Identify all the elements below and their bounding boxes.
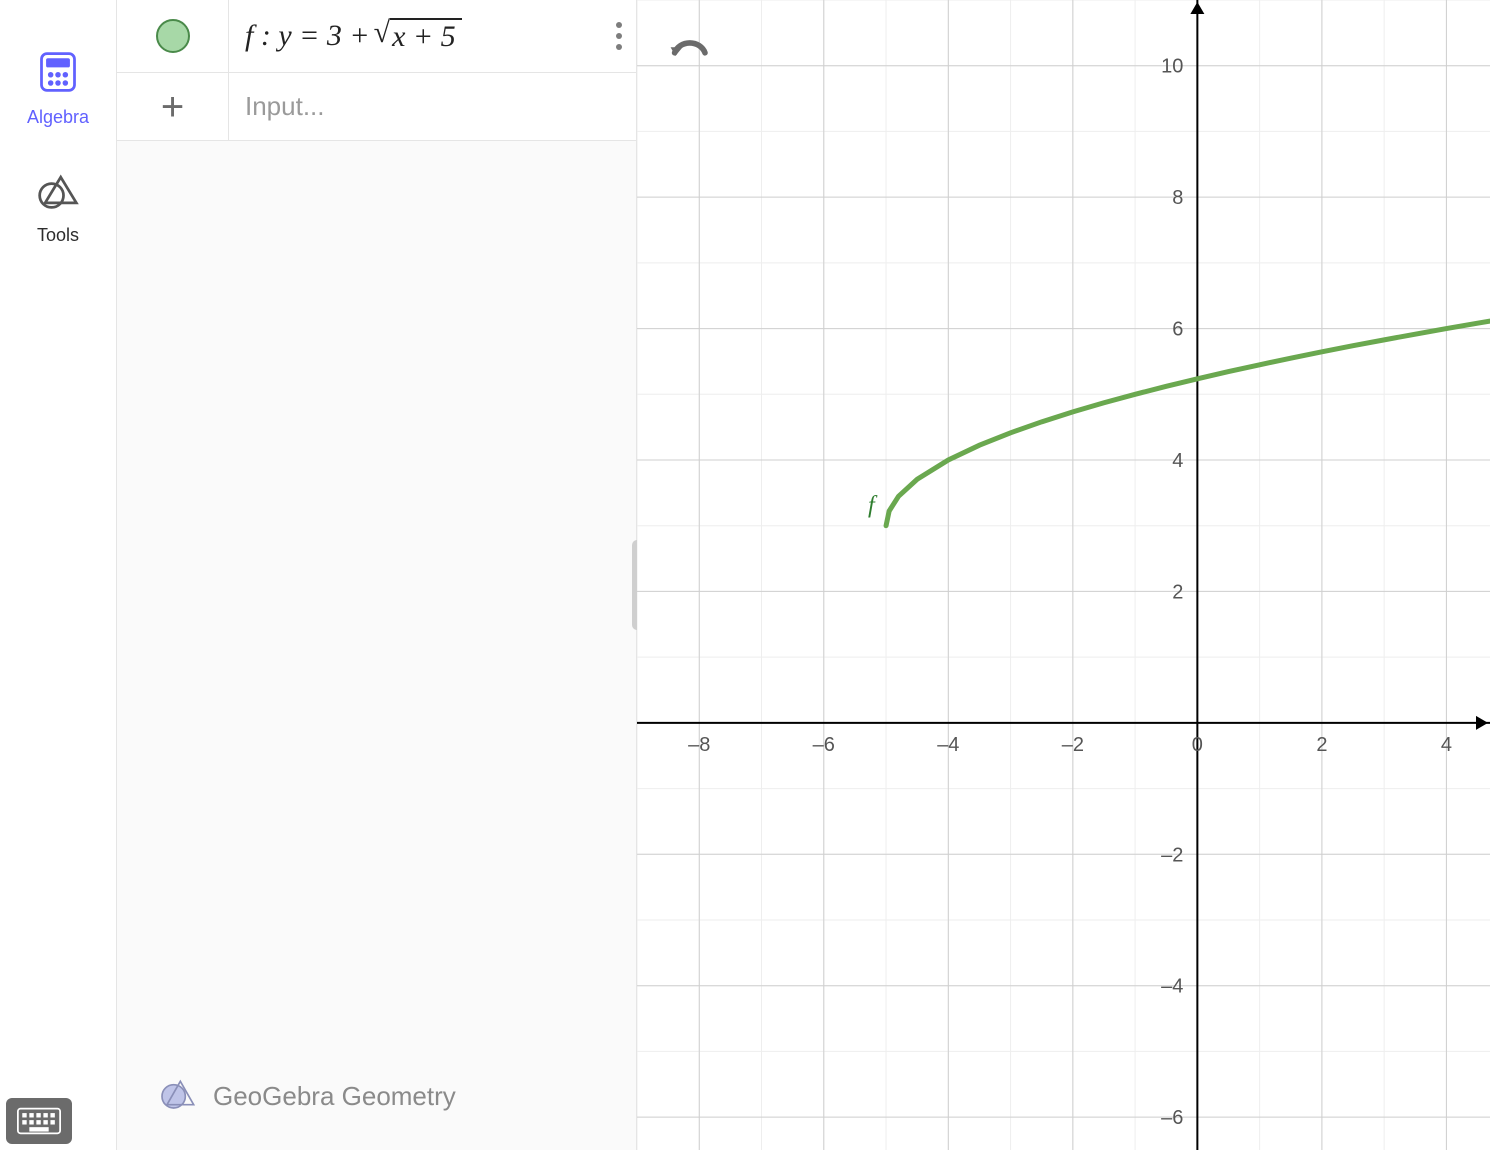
virtual-keyboard-button[interactable] — [6, 1098, 72, 1144]
app-root: Algebra Tools f : y = 3 + √ x + 5 — [0, 0, 1490, 1150]
calculator-icon — [36, 50, 80, 99]
add-expression-button[interactable]: + — [117, 73, 229, 140]
svg-text:2: 2 — [1172, 581, 1183, 603]
visibility-dot-icon — [156, 19, 190, 53]
svg-text:0: 0 — [1192, 734, 1203, 756]
svg-text:10: 10 — [1161, 56, 1183, 78]
keyboard-icon — [17, 1107, 61, 1135]
expression-row[interactable]: f : y = 3 + √ x + 5 — [117, 0, 636, 73]
svg-text:8: 8 — [1172, 187, 1183, 209]
expression-menu-button[interactable] — [616, 22, 622, 50]
sidebar-tools-label: Tools — [37, 225, 79, 246]
expression-sqrt-arg: x + 5 — [390, 18, 462, 54]
svg-text:–8: –8 — [688, 734, 710, 756]
undo-button[interactable] — [665, 28, 713, 73]
graph-canvas[interactable]: –8 –6 –4 –2 0 2 4 –6 –4 –2 2 4 6 8 10 f — [637, 0, 1490, 1150]
sidebar-algebra-label: Algebra — [27, 107, 89, 128]
svg-text:–6: –6 — [1161, 1107, 1183, 1129]
geogebra-logo-icon — [157, 1073, 197, 1120]
svg-text:f: f — [868, 493, 878, 519]
expression-input[interactable] — [245, 91, 620, 122]
plus-icon: + — [161, 87, 184, 127]
graph-panel[interactable]: –8 –6 –4 –2 0 2 4 –6 –4 –2 2 4 6 8 10 f — [637, 0, 1490, 1150]
expression-content[interactable]: f : y = 3 + √ x + 5 — [229, 0, 636, 72]
svg-text:–2: –2 — [1062, 734, 1084, 756]
svg-text:4: 4 — [1441, 734, 1452, 756]
sidebar-item-algebra[interactable]: Algebra — [27, 50, 89, 128]
input-row[interactable]: + — [117, 73, 636, 141]
svg-text:2: 2 — [1316, 734, 1327, 756]
footer-brand: GeoGebra Geometry — [213, 1081, 456, 1112]
svg-text:6: 6 — [1172, 319, 1183, 341]
sqrt-icon: √ — [374, 18, 390, 48]
undo-icon — [665, 28, 713, 68]
svg-text:–6: –6 — [813, 734, 835, 756]
left-sidebar: Algebra Tools — [0, 0, 117, 1150]
svg-text:4: 4 — [1172, 450, 1183, 472]
svg-text:–4: –4 — [1161, 976, 1183, 998]
algebra-footer: GeoGebra Geometry — [117, 1043, 636, 1150]
shapes-icon — [36, 168, 80, 217]
svg-text:–4: –4 — [937, 734, 959, 756]
sidebar-item-tools[interactable]: Tools — [36, 168, 80, 246]
expression-prefix: f : y = 3 + — [245, 19, 370, 53]
svg-text:–2: –2 — [1161, 844, 1183, 866]
expression-visibility-toggle[interactable] — [117, 0, 229, 72]
algebra-panel: f : y = 3 + √ x + 5 + GeoG — [117, 0, 637, 1150]
